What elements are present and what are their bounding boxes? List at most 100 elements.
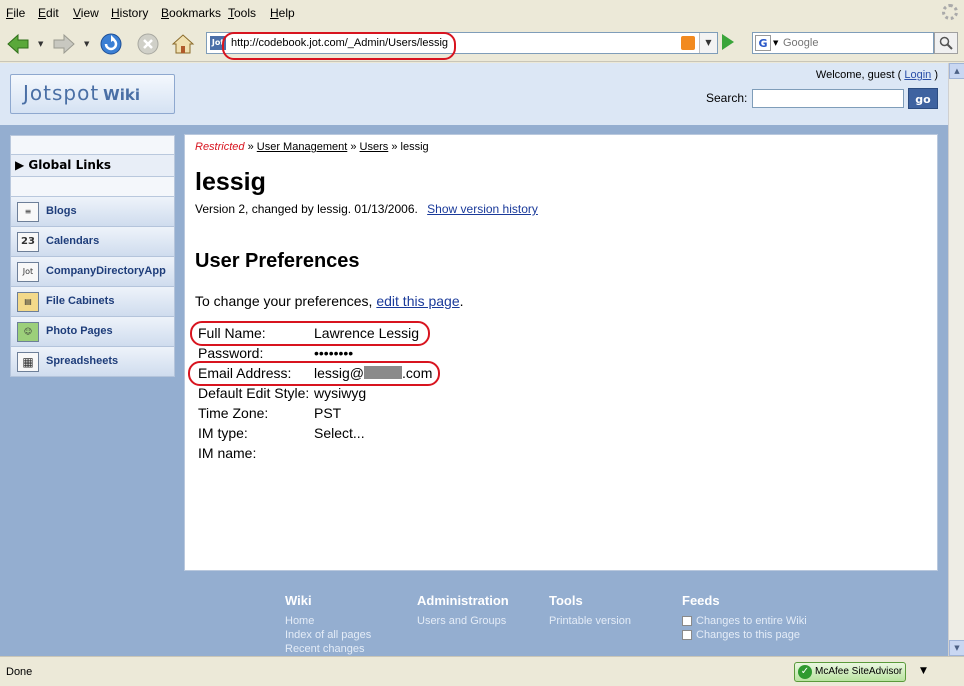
- footer-link-users-groups[interactable]: Users and Groups: [417, 614, 509, 628]
- go-button[interactable]: [722, 34, 734, 50]
- change-preferences-text: To change your preferences, edit this pa…: [195, 293, 464, 309]
- menu-history[interactable]: History: [111, 6, 148, 20]
- forward-button[interactable]: [50, 30, 78, 58]
- stop-button[interactable]: [134, 30, 162, 58]
- scroll-down-arrow-icon[interactable]: ▼: [949, 640, 964, 656]
- rss-feed-icon[interactable]: [681, 36, 695, 50]
- browser-search-input[interactable]: [783, 34, 931, 52]
- siteadvisor-dropdown-icon[interactable]: ▼: [920, 666, 927, 676]
- engine-dropdown-icon[interactable]: ▼: [773, 39, 778, 47]
- sidebar-item-spreadsheets[interactable]: ▦ Spreadsheets: [10, 347, 175, 377]
- menu-bookmarks[interactable]: Bookmarks: [161, 6, 221, 20]
- checkmark-icon: ✓: [798, 665, 812, 679]
- version-text: Version 2, changed by lessig. 01/13/2006…: [195, 202, 418, 216]
- sidebar-item-file-cabinets[interactable]: ▤ File Cabinets: [10, 287, 175, 317]
- sidebar-top-strip: [10, 135, 175, 155]
- global-links-label: Global Links: [28, 158, 112, 172]
- footer-heading: Administration: [417, 593, 509, 608]
- sidebar-spacer: [10, 177, 175, 197]
- footer-link-recent-changes[interactable]: Recent changes: [285, 642, 371, 656]
- footer-administration: Administration Users and Groups: [417, 593, 509, 628]
- sidebar-item-label: Blogs: [46, 205, 77, 217]
- pref-label: Default Edit Style:: [198, 385, 310, 401]
- footer-heading: Wiki: [285, 593, 312, 608]
- home-button[interactable]: [169, 30, 197, 58]
- footer-link-label: Changes to entire Wiki: [696, 615, 807, 627]
- show-version-history-link[interactable]: Show version history: [427, 202, 538, 216]
- browser-search-button[interactable]: [934, 32, 958, 54]
- forward-history-dropdown-icon[interactable]: ▼: [84, 40, 89, 48]
- pref-label: IM type:: [198, 425, 248, 441]
- forward-arrow-icon: [53, 33, 75, 55]
- footer-feed-page[interactable]: Changes to this page: [682, 628, 807, 642]
- breadcrumb-user-management[interactable]: User Management: [257, 141, 348, 153]
- pref-value: wysiwyg: [314, 385, 367, 401]
- breadcrumb-current: lessig: [400, 141, 429, 153]
- menu-help[interactable]: Help: [270, 6, 295, 20]
- mcafee-siteadvisor-button[interactable]: ✓ McAfee SiteAdvisor: [794, 662, 906, 682]
- navigation-toolbar: ▼ ▼ Jot http://codebook.jot.com/_Admin/U…: [0, 26, 964, 62]
- pref-label: Password:: [198, 345, 264, 361]
- google-engine-icon[interactable]: G: [755, 35, 771, 51]
- login-link[interactable]: Login: [904, 69, 931, 81]
- throbber-icon: [942, 4, 958, 20]
- vertical-scrollbar[interactable]: ▲ ▼: [948, 63, 964, 656]
- file-cabinet-icon: ▤: [17, 292, 39, 312]
- sidebar-item-label: Calendars: [46, 235, 100, 247]
- menu-edit[interactable]: Edit: [38, 6, 59, 20]
- status-bar: Done ✓ McAfee SiteAdvisor ▼: [0, 656, 964, 686]
- change-prefix: To change your preferences,: [195, 293, 377, 309]
- breadcrumb-users[interactable]: Users: [360, 141, 389, 153]
- wiki-search-label: Search:: [706, 91, 748, 105]
- sidebar-item-label: File Cabinets: [46, 295, 115, 307]
- welcome-prefix: Welcome, guest (: [815, 69, 902, 81]
- footer-link-home[interactable]: Home: [285, 614, 371, 628]
- mcafee-label: McAfee SiteAdvisor: [815, 666, 903, 677]
- page-title: lessig: [195, 168, 266, 196]
- home-icon: [171, 34, 195, 54]
- browser-search-box[interactable]: G ▼: [752, 32, 934, 54]
- feed-icon: [682, 616, 692, 626]
- pref-value: ••••••••: [314, 345, 354, 361]
- sidebar-item-companydirectoryapp[interactable]: Jot CompanyDirectoryApp: [10, 257, 175, 287]
- footer-feed-wiki[interactable]: Changes to entire Wiki: [682, 614, 807, 628]
- footer-heading: Tools: [549, 593, 583, 608]
- spreadsheet-icon: ▦: [17, 352, 39, 372]
- sidebar-item-label: Spreadsheets: [46, 355, 119, 367]
- welcome-suffix: ): [934, 69, 938, 81]
- breadcrumb-separator: »: [247, 141, 254, 153]
- sidebar: ▶ Global Links ≡ Blogs 23 Calendars Jot …: [10, 135, 175, 377]
- pref-value: PST: [314, 405, 342, 421]
- calendar-icon: 23: [17, 232, 39, 252]
- jot-icon: Jot: [17, 262, 39, 282]
- wiki-header: Jotspot Wiki Welcome, guest ( Login ) Sea…: [0, 63, 948, 125]
- menu-tools[interactable]: Tools: [228, 6, 256, 20]
- main-content: Restricted » User Management » Users » l…: [184, 134, 938, 571]
- footer-link-index[interactable]: Index of all pages: [285, 628, 371, 642]
- reload-button[interactable]: [97, 30, 125, 58]
- sidebar-item-calendars[interactable]: 23 Calendars: [10, 227, 175, 257]
- welcome-message: Welcome, guest ( Login ): [816, 69, 938, 81]
- feed-icon: [682, 630, 692, 640]
- back-history-dropdown-icon[interactable]: ▼: [38, 40, 43, 48]
- email-highlight-annotation: [188, 361, 440, 386]
- blog-icon: ≡: [17, 202, 39, 222]
- url-history-dropdown-icon[interactable]: ▼: [699, 33, 717, 53]
- logo-wiki: Wiki: [103, 86, 140, 104]
- sidebar-item-blogs[interactable]: ≡ Blogs: [10, 197, 175, 227]
- scroll-up-arrow-icon[interactable]: ▲: [949, 63, 964, 79]
- sidebar-item-photo-pages[interactable]: ☺ Photo Pages: [10, 317, 175, 347]
- back-button[interactable]: [4, 30, 32, 58]
- menu-view[interactable]: View: [73, 6, 99, 20]
- jotspot-logo[interactable]: Jotspot Wiki: [10, 74, 175, 114]
- edit-this-page-link[interactable]: edit this page: [376, 293, 459, 309]
- sidebar-item-label: Photo Pages: [46, 325, 113, 337]
- global-links-toggle[interactable]: ▶ Global Links: [10, 155, 175, 177]
- wiki-search-input[interactable]: [752, 89, 904, 108]
- footer-link-printable[interactable]: Printable version: [549, 614, 631, 628]
- version-info: Version 2, changed by lessig. 01/13/2006…: [195, 202, 538, 216]
- menu-bar: File Edit View History Bookmarks Tools H…: [0, 0, 964, 26]
- back-arrow-icon: [7, 33, 29, 55]
- menu-file[interactable]: File: [6, 6, 25, 20]
- wiki-search-go-button[interactable]: go: [908, 88, 938, 109]
